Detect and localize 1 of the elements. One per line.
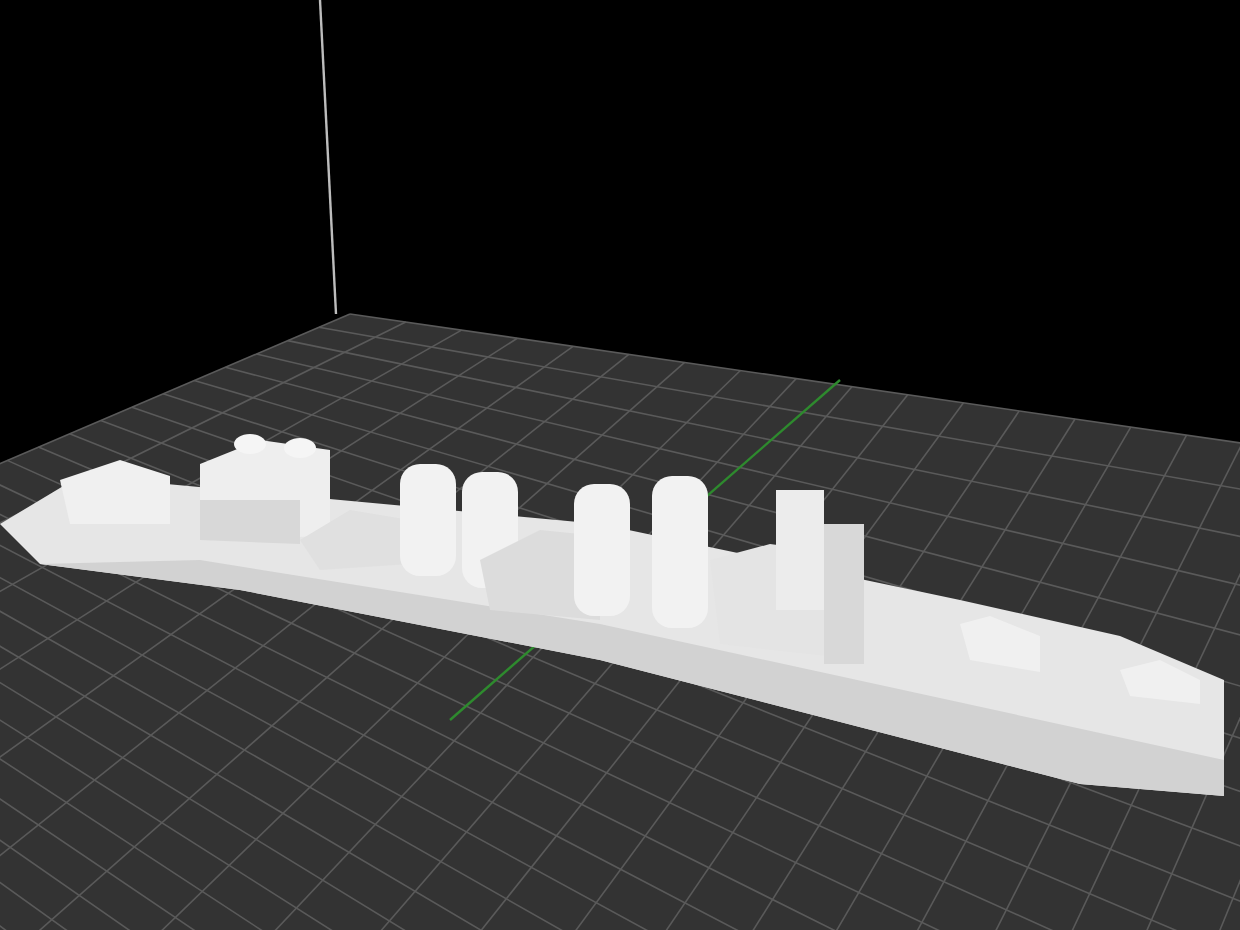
3d-viewport[interactable] bbox=[0, 0, 1240, 930]
